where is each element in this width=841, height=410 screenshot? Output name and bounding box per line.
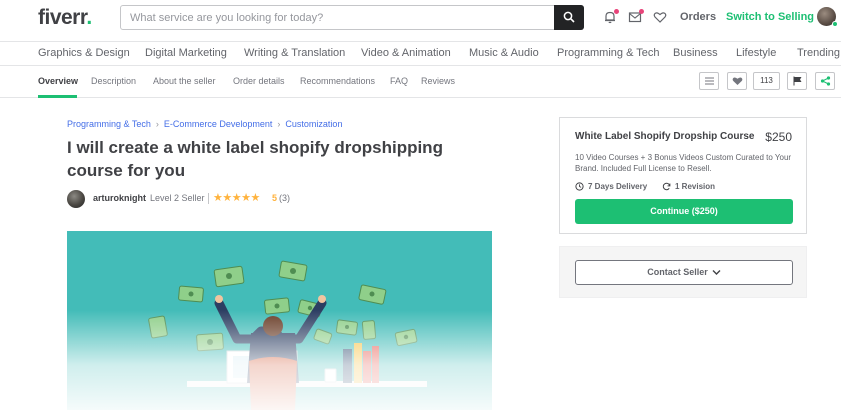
- share-button[interactable]: [815, 72, 835, 90]
- list-icon: [705, 77, 714, 85]
- category-writing-translation[interactable]: Writing & Translation: [244, 47, 345, 59]
- category-digital-marketing[interactable]: Digital Marketing: [145, 47, 227, 59]
- continue-button[interactable]: Continue ($250): [575, 199, 793, 224]
- notifications-button[interactable]: [603, 9, 619, 24]
- heart-icon: [732, 77, 743, 85]
- tab-about-seller[interactable]: About the seller: [153, 76, 216, 86]
- category-trending[interactable]: Trending: [797, 47, 840, 59]
- save-count: 113: [753, 72, 780, 90]
- seller-level: Level 2 Seller: [150, 193, 205, 203]
- chevron-down-icon: [712, 270, 721, 275]
- breadcrumb-programming-tech[interactable]: Programming & Tech: [67, 119, 151, 129]
- gig-title: I will create a white label shopify drop…: [67, 138, 443, 180]
- chevron-right-icon: ›: [155, 119, 159, 129]
- online-indicator: [832, 21, 838, 27]
- contact-panel: Contact Seller: [559, 246, 807, 298]
- search-bar: [120, 5, 584, 30]
- fiverr-logo[interactable]: fiverr.: [38, 6, 92, 30]
- review-count[interactable]: (3): [279, 193, 290, 203]
- tab-order-details[interactable]: Order details: [233, 76, 285, 86]
- tab-overview[interactable]: Overview: [38, 76, 78, 86]
- revisions: 1 Revision: [662, 182, 715, 191]
- orders-link[interactable]: Orders: [680, 11, 716, 23]
- money-illustration: [148, 260, 427, 410]
- message-dot: [639, 9, 644, 14]
- revisions-label: 1 Revision: [675, 182, 716, 191]
- category-business[interactable]: Business: [673, 47, 718, 59]
- refresh-icon: [662, 182, 671, 191]
- tab-description[interactable]: Description: [91, 76, 136, 86]
- category-video-animation[interactable]: Video & Animation: [361, 47, 451, 59]
- clock-icon: [575, 182, 584, 191]
- tab-faq[interactable]: FAQ: [390, 76, 408, 86]
- notification-dot: [614, 9, 619, 14]
- search-button[interactable]: [554, 5, 584, 30]
- divider: [208, 193, 209, 204]
- seller-avatar[interactable]: [67, 190, 85, 208]
- contact-seller-label: Contact Seller: [647, 267, 708, 277]
- tab-reviews[interactable]: Reviews: [421, 76, 455, 86]
- gig-gallery-image[interactable]: [67, 231, 492, 410]
- switch-to-selling-link[interactable]: Switch to Selling: [726, 11, 814, 23]
- category-graphics-design[interactable]: Graphics & Design: [38, 47, 130, 59]
- breadcrumb: Programming & Tech › E-Commerce Developmen…: [67, 119, 342, 129]
- contact-seller-button[interactable]: Contact Seller: [575, 260, 793, 285]
- messages-button[interactable]: [628, 9, 644, 24]
- rating-score: 5: [272, 193, 278, 203]
- category-lifestyle[interactable]: Lifestyle: [736, 47, 776, 59]
- package-price: $250: [765, 130, 792, 144]
- category-music-audio[interactable]: Music & Audio: [469, 47, 539, 59]
- share-icon: [820, 76, 831, 86]
- menu-button[interactable]: [699, 72, 719, 90]
- search-icon: [563, 11, 575, 23]
- heart-icon: [653, 12, 667, 23]
- search-input[interactable]: [121, 6, 555, 29]
- save-button[interactable]: [727, 72, 747, 90]
- flag-icon: [793, 76, 802, 86]
- package-title: White Label Shopify Dropship Course: [575, 131, 755, 142]
- package-card: White Label Shopify Dropship Course $250…: [559, 117, 807, 234]
- star-rating-icon: ★★★★★: [213, 192, 260, 204]
- report-button[interactable]: [787, 72, 807, 90]
- delivery-label: 7 Days Delivery: [588, 182, 648, 191]
- seller-name[interactable]: arturoknight: [93, 193, 146, 203]
- user-avatar[interactable]: [817, 7, 838, 27]
- chevron-right-icon: ›: [277, 119, 281, 129]
- category-menu: Graphics & Design Digital Marketing Writ…: [0, 42, 841, 66]
- top-header: fiverr. Orders Switch to Selling: [0, 0, 841, 42]
- package-description: 10 Video Courses + 3 Bonus Videos Custom…: [575, 153, 792, 173]
- tab-recommendations[interactable]: Recommendations: [300, 76, 375, 86]
- active-tab-indicator: [38, 95, 77, 98]
- category-programming-tech[interactable]: Programming & Tech: [557, 47, 660, 59]
- lists-button[interactable]: [653, 10, 667, 24]
- breadcrumb-customization[interactable]: Customization: [285, 119, 342, 129]
- delivery-time: 7 Days Delivery: [575, 182, 647, 191]
- breadcrumb-ecommerce[interactable]: E-Commerce Development: [164, 119, 273, 129]
